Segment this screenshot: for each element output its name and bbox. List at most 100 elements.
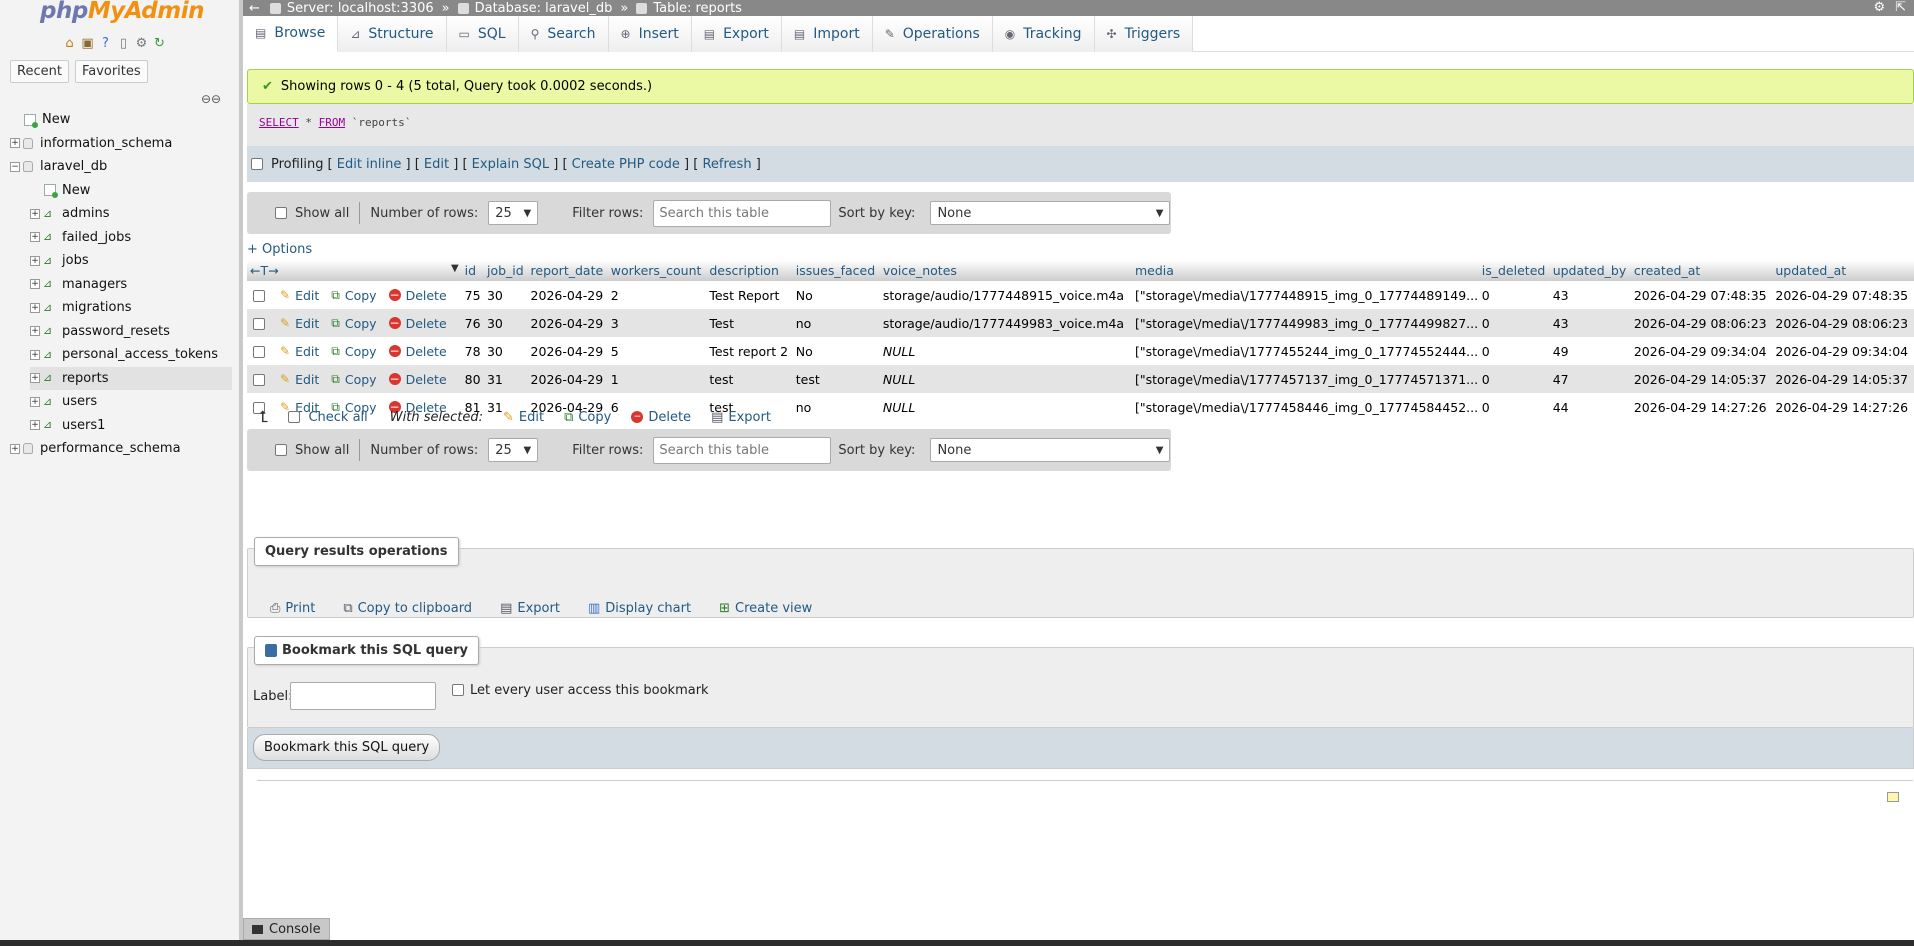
profiling-checkbox[interactable]	[251, 158, 263, 170]
tree-item-password-resets[interactable]: + ⊿ password_resets	[30, 320, 232, 343]
column-header-updated-by[interactable]: updated_by	[1549, 260, 1631, 282]
tree-item-reports[interactable]: + ⊿ reports	[30, 366, 232, 390]
cell-updated-by[interactable]: 43	[1549, 309, 1631, 337]
expand-icon[interactable]: +	[10, 443, 20, 454]
breadcrumb-server[interactable]: Server: localhost:3306	[269, 1, 434, 16]
expand-icon[interactable]: +	[30, 373, 40, 383]
phpmyadmin-logo[interactable]: phpMyAdmin	[40, 0, 204, 24]
row-checkbox[interactable]	[253, 374, 265, 386]
expand-icon[interactable]: +	[30, 232, 40, 242]
row-delete-button[interactable]: − Delete	[388, 344, 447, 359]
check-all-checkbox[interactable]	[288, 411, 301, 423]
column-header-description[interactable]: description	[706, 260, 793, 282]
filter-rows-input[interactable]: Search this table	[653, 436, 832, 464]
column-header-created-at[interactable]: created_at	[1630, 260, 1773, 282]
tab-sql[interactable]: ▭ SQL	[446, 16, 519, 52]
tree-item-admins[interactable]: + ⊿ admins	[30, 202, 232, 225]
tab-search[interactable]: ⚲ Search	[518, 16, 609, 52]
check-all-label[interactable]: Check all	[308, 410, 367, 425]
row-checkbox[interactable]	[253, 346, 265, 358]
create-php-code-link[interactable]: Create PHP code	[572, 157, 680, 172]
docs-icon[interactable]: ▯	[116, 36, 131, 51]
tree-item-migrations[interactable]: + ⊿ migrations	[30, 296, 232, 319]
tab-triggers[interactable]: ✣ Triggers	[1094, 16, 1194, 52]
expand-icon[interactable]: +	[30, 326, 40, 336]
tab-browse[interactable]: ▤ Browse	[243, 16, 339, 52]
rows-per-page-select[interactable]: 25 ▼	[488, 438, 539, 462]
expand-icon[interactable]: +	[30, 420, 40, 430]
bulk-edit-button[interactable]: ✎ Edit	[503, 410, 544, 425]
rows-per-page-select[interactable]: 25 ▼	[488, 201, 539, 225]
row-edit-button[interactable]: ✎ Edit	[280, 344, 319, 359]
row-copy-button[interactable]: ⧉ Copy	[331, 288, 376, 303]
back-arrow-icon[interactable]: ←	[249, 1, 260, 16]
tree-item-information-schema[interactable]: + information_schema	[10, 132, 232, 155]
tree-item-failed-jobs[interactable]: + ⊿ failed_jobs	[30, 226, 232, 249]
row-delete-button[interactable]: − Delete	[388, 288, 447, 303]
row-delete-button[interactable]: − Delete	[388, 316, 447, 331]
favorites-tab[interactable]: Favorites	[74, 60, 148, 83]
copy-to-clipboard-button[interactable]: ⧉ Copy to clipboard	[343, 601, 472, 616]
row-delete-button[interactable]: − Delete	[388, 372, 447, 387]
bookmark-label-input[interactable]	[290, 682, 436, 710]
row-edit-button[interactable]: ✎ Edit	[280, 372, 319, 387]
tree-item-personal-access-tokens[interactable]: + ⊿ personal_access_tokens	[30, 343, 232, 366]
row-edit-button[interactable]: ✎ Edit	[280, 316, 319, 331]
tree-item-new[interactable]: New	[10, 108, 232, 131]
tab-operations[interactable]: ✎ Operations	[872, 16, 993, 52]
tab-insert[interactable]: ⊕ Insert	[608, 16, 692, 52]
row-checkbox[interactable]	[253, 318, 265, 330]
expand-icon[interactable]: +	[30, 302, 40, 313]
bulk-copy-button[interactable]: ⧉ Copy	[564, 410, 611, 425]
tree-item-jobs[interactable]: + ⊿ jobs	[30, 249, 232, 272]
options-link[interactable]: + Options	[247, 242, 312, 257]
show-all-checkbox[interactable]	[275, 207, 287, 219]
reload-icon[interactable]: ↻	[152, 36, 167, 51]
expand-icon[interactable]: +	[30, 279, 40, 289]
expand-icon[interactable]: +	[30, 208, 40, 219]
sort-by-key-select[interactable]: None ▼	[930, 438, 1171, 462]
tab-tracking[interactable]: ◉ Tracking	[992, 16, 1095, 52]
display-chart-button[interactable]: ▥ Display chart	[588, 601, 691, 616]
tree-item-laravel-db[interactable]: − laravel_db	[10, 155, 232, 178]
link-with-main-panel-icon[interactable]: ⊖⊖	[201, 92, 221, 106]
explain-sql-link[interactable]: Explain SQL	[472, 157, 549, 172]
print-view-icon[interactable]	[1887, 792, 1899, 802]
breadcrumb-table[interactable]: Table: reports	[636, 1, 742, 16]
column-header-updated-at[interactable]: updated_at	[1772, 260, 1914, 282]
console-toggle[interactable]: Console	[243, 918, 330, 940]
show-all-checkbox[interactable]	[275, 444, 287, 456]
column-controls-icon[interactable]: ←T→	[250, 263, 279, 278]
cell-updated-by[interactable]: 43	[1549, 281, 1631, 309]
sort-by-key-select[interactable]: None ▼	[930, 201, 1171, 225]
expand-icon[interactable]: +	[30, 255, 40, 266]
cell-updated-by[interactable]: 44	[1549, 393, 1631, 421]
column-header-workers-count[interactable]: workers_count	[607, 260, 707, 282]
bulk-export-button[interactable]: ▤ Export	[711, 410, 771, 425]
column-header-report-date[interactable]: report_date	[527, 260, 608, 282]
sql-from-keyword[interactable]: FROM	[319, 116, 346, 129]
tree-item-performance-schema[interactable]: + performance_schema	[10, 437, 232, 460]
every-user-checkbox[interactable]	[452, 684, 464, 696]
tree-item-managers[interactable]: + ⊿ managers	[30, 273, 232, 296]
tab-import[interactable]: ▤ Import	[781, 16, 873, 52]
sql-query-box[interactable]: SELECT * FROM `reports`	[247, 104, 1914, 146]
edit-link[interactable]: Edit	[424, 157, 449, 172]
cell-updated-by[interactable]: 47	[1549, 365, 1631, 393]
tree-item-users1[interactable]: + ⊿ users1	[30, 414, 232, 437]
filter-rows-input[interactable]: Search this table	[653, 199, 832, 227]
create-view-button[interactable]: ⊞ Create view	[719, 601, 812, 616]
row-copy-button[interactable]: ⧉ Copy	[331, 344, 376, 359]
column-header-voice-notes[interactable]: voice_notes	[879, 260, 1132, 282]
bookmark-query-button[interactable]: Bookmark this SQL query	[253, 734, 441, 761]
column-header-job-id[interactable]: job_id	[483, 260, 528, 282]
column-header-is-deleted[interactable]: is_deleted	[1478, 260, 1550, 282]
expand-icon[interactable]: +	[30, 349, 40, 360]
home-icon[interactable]: ⌂	[62, 36, 77, 51]
tree-item-users[interactable]: + ⊿ users	[30, 390, 232, 413]
edit-inline-link[interactable]: Edit inline	[337, 157, 402, 172]
recent-tab[interactable]: Recent	[10, 60, 69, 83]
row-copy-button[interactable]: ⧉ Copy	[331, 316, 376, 331]
print-button[interactable]: ⎙ Print	[270, 601, 315, 616]
tab-structure[interactable]: ⊿ Structure	[338, 16, 447, 52]
